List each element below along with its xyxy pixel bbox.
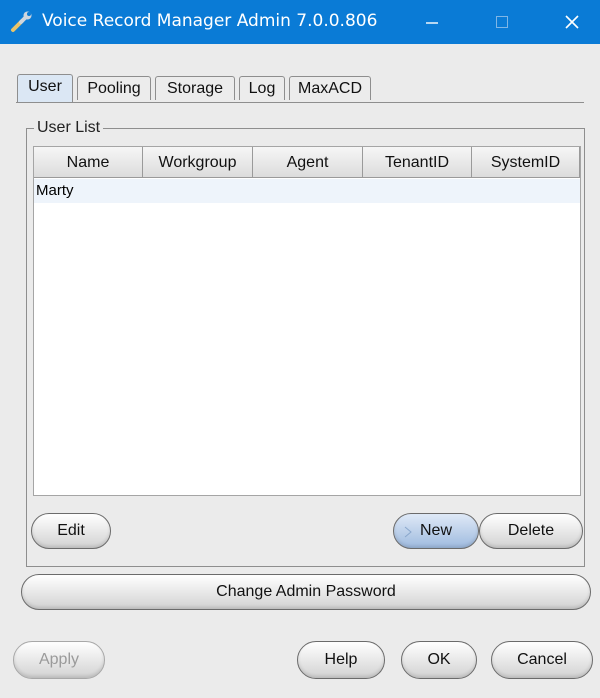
title-bar[interactable]: Voice Record Manager Admin 7.0.0.806 [0, 0, 600, 44]
cell-agent [253, 179, 363, 203]
help-button-label: Help [324, 651, 358, 668]
tab-divider [16, 102, 584, 103]
user-list-title: User List [34, 119, 104, 137]
close-icon [565, 15, 579, 29]
help-button[interactable]: Help [297, 641, 385, 679]
admin-window: Voice Record Manager Admin 7.0.0.806 Use… [0, 0, 600, 698]
maximize-icon [496, 16, 508, 28]
tab-log[interactable]: Log [239, 76, 285, 100]
tab-user[interactable]: User [17, 74, 73, 102]
cancel-button[interactable]: Cancel [491, 641, 593, 679]
table-row[interactable]: Marty [34, 179, 580, 203]
apply-button[interactable]: Apply [13, 641, 105, 679]
column-header-tenantid[interactable]: TenantID [363, 147, 472, 178]
column-header-workgroup[interactable]: Workgroup [143, 147, 253, 178]
play-arrow-icon [404, 526, 412, 538]
edit-button-label: Edit [57, 522, 85, 539]
tab-maxacd[interactable]: MaxACD [289, 76, 371, 100]
maximize-button[interactable] [478, 0, 526, 44]
column-header-systemid[interactable]: SystemID [472, 147, 580, 178]
minimize-button[interactable] [408, 0, 456, 44]
delete-button[interactable]: Delete [479, 513, 583, 549]
wrench-icon [11, 11, 32, 32]
delete-button-label: Delete [507, 522, 555, 539]
minimize-icon [426, 22, 438, 24]
column-header-name[interactable]: Name [34, 147, 143, 178]
change-admin-password-button[interactable]: Change Admin Password [21, 574, 591, 610]
cell-systemid [472, 179, 580, 203]
ok-button[interactable]: OK [401, 641, 477, 679]
cancel-button-label: Cancel [517, 651, 567, 668]
column-header-agent[interactable]: Agent [253, 147, 363, 178]
edit-button[interactable]: Edit [31, 513, 111, 549]
tab-pooling[interactable]: Pooling [77, 76, 151, 100]
change-admin-password-label: Change Admin Password [216, 583, 396, 600]
cell-tenantid [363, 179, 472, 203]
user-table[interactable]: Name Workgroup Agent TenantID SystemID M… [33, 146, 581, 496]
apply-button-label: Apply [38, 651, 80, 668]
close-button[interactable] [548, 0, 596, 44]
cell-name: Marty [36, 182, 74, 199]
new-button[interactable]: New [393, 513, 479, 549]
window-title: Voice Record Manager Admin 7.0.0.806 [42, 11, 378, 31]
cell-workgroup [143, 179, 253, 203]
ok-button-label: OK [427, 651, 451, 668]
tab-storage[interactable]: Storage [155, 76, 235, 100]
